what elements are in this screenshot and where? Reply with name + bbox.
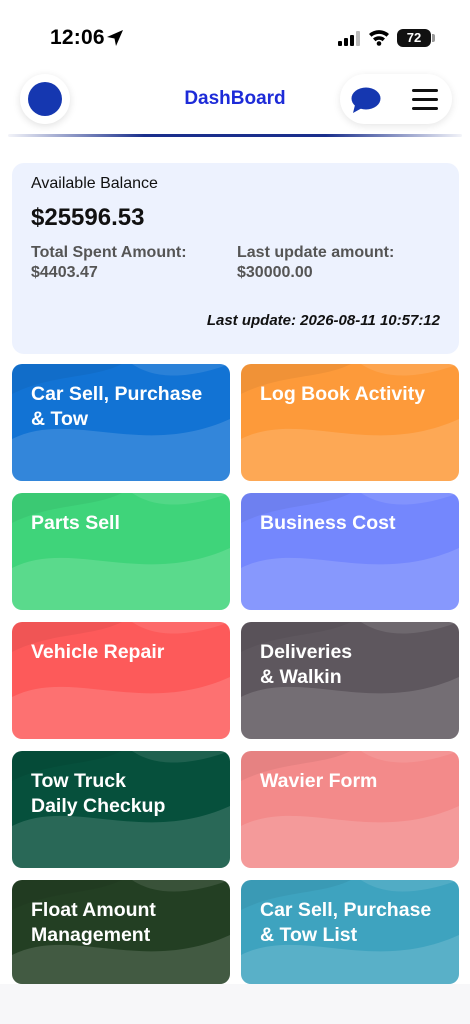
last-update-amount-label: Last update amount: bbox=[237, 244, 395, 261]
balance-card: Available Balance $25596.53 Total Spent … bbox=[12, 163, 459, 354]
tile-label: Log Book Activity bbox=[260, 383, 426, 405]
tile-label: Vehicle Repair bbox=[31, 641, 165, 663]
tile-wavier-form[interactable]: Wavier Form bbox=[241, 751, 459, 868]
tile-log-book-activity[interactable]: Log Book Activity bbox=[241, 364, 459, 481]
status-time: 12:06 bbox=[50, 26, 105, 49]
tile-car-sell-purchase-tow[interactable]: Car Sell, Purchase & Tow bbox=[12, 364, 230, 481]
total-spent-label: Total Spent Amount: bbox=[31, 244, 187, 261]
tile-deliveries-walkin[interactable]: Deliveries & Walkin bbox=[241, 622, 459, 739]
tile-label: Parts Sell bbox=[31, 512, 120, 534]
total-spent-value: $4403.47 bbox=[31, 264, 98, 281]
header-actions bbox=[340, 74, 452, 124]
wifi-icon bbox=[369, 30, 389, 46]
cellular-signal-icon bbox=[338, 31, 360, 46]
tile-label: Float Amount Management bbox=[31, 899, 156, 946]
tile-car-sell-purchase-tow-list[interactable]: Car Sell, Purchase & Tow List bbox=[241, 880, 459, 984]
status-bar: 12:06 72 bbox=[0, 0, 470, 70]
battery-level: 72 bbox=[406, 30, 422, 45]
tile-label: Car Sell, Purchase & Tow bbox=[31, 383, 203, 430]
tile-parts-sell[interactable]: Parts Sell bbox=[12, 493, 230, 610]
header-divider bbox=[8, 134, 462, 137]
tile-tow-truck-daily-checkup[interactable]: Tow Truck Daily Checkup bbox=[12, 751, 230, 868]
hamburger-menu-icon[interactable] bbox=[412, 89, 438, 111]
location-arrow-icon bbox=[107, 30, 123, 46]
profile-avatar-button[interactable] bbox=[20, 74, 70, 124]
last-update-timestamp: Last update: 2026-08-11 10:57:12 bbox=[206, 312, 440, 329]
tile-vehicle-repair[interactable]: Vehicle Repair bbox=[12, 622, 230, 739]
available-balance-amount: $25596.53 bbox=[31, 204, 145, 231]
last-update-amount-value: $30000.00 bbox=[237, 264, 313, 281]
available-balance-label: Available Balance bbox=[31, 175, 158, 192]
tile-float-amount-management[interactable]: Float Amount Management bbox=[12, 880, 230, 984]
page-title: DashBoard bbox=[184, 88, 286, 109]
tile-label: Car Sell, Purchase & Tow List bbox=[260, 899, 432, 946]
chat-bubble-icon[interactable] bbox=[350, 86, 382, 114]
tile-label: Tow Truck Daily Checkup bbox=[31, 770, 166, 817]
bottom-safe-area bbox=[0, 984, 470, 1024]
battery-icon: 72 bbox=[397, 29, 431, 47]
battery-nub bbox=[432, 34, 435, 42]
tile-label: Business Cost bbox=[260, 512, 396, 534]
tile-label: Deliveries & Walkin bbox=[260, 641, 353, 688]
tile-business-cost[interactable]: Business Cost bbox=[241, 493, 459, 610]
avatar bbox=[28, 82, 62, 116]
tile-label: Wavier Form bbox=[260, 770, 378, 792]
